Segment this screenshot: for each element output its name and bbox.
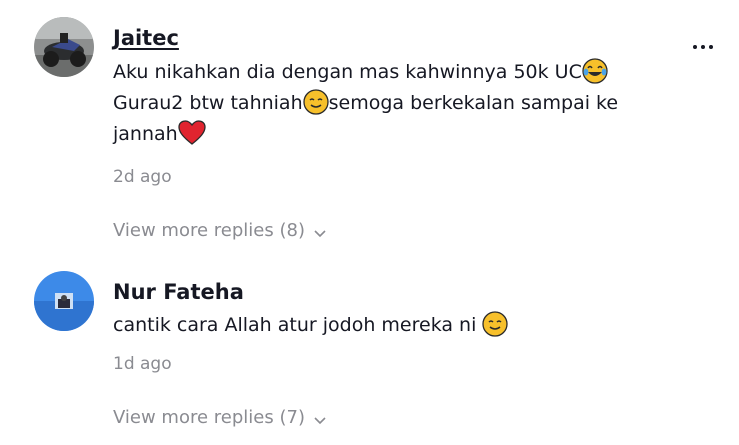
comment-username[interactable]: Nur Fateha — [113, 279, 244, 305]
comment-line: jannah — [113, 123, 178, 145]
comment-line: cantik cara Allah atur jodoh mereka ni — [113, 314, 477, 336]
comment-timestamp: 2d ago — [113, 167, 172, 187]
comment-line: Aku nikahkan dia dengan mas kahwinnya 50… — [113, 61, 582, 83]
chevron-down-icon — [313, 224, 327, 238]
comment-username[interactable]: Jaitec — [113, 25, 179, 51]
comment-text: cantik cara Allah atur jodoh mereka ni — [113, 310, 673, 341]
red-heart-emoji — [178, 120, 206, 146]
dot — [693, 45, 697, 49]
view-more-label: View more replies (8) — [113, 220, 305, 241]
avatar-nur-fateha[interactable] — [34, 271, 94, 331]
smiling-face-emoji — [302, 89, 329, 115]
smiling-face-emoji — [482, 311, 509, 337]
avatar-jaitec[interactable] — [34, 17, 94, 77]
chevron-down-icon — [313, 411, 327, 425]
comment-line: Gurau2 btw tahniah — [113, 92, 303, 114]
comment-timestamp: 1d ago — [113, 354, 172, 374]
view-more-replies-button[interactable]: View more replies (8) — [113, 220, 327, 241]
dot — [701, 45, 705, 49]
view-more-label: View more replies (7) — [113, 407, 305, 428]
more-options-button[interactable] — [693, 40, 719, 54]
dot — [709, 45, 713, 49]
comment-line: semoga berkekalan sampai ke — [328, 92, 619, 114]
tears-of-joy-emoji — [582, 58, 608, 84]
comment-text: Aku nikahkan dia dengan mas kahwinnya 50… — [113, 57, 673, 150]
view-more-replies-button[interactable]: View more replies (7) — [113, 407, 327, 428]
